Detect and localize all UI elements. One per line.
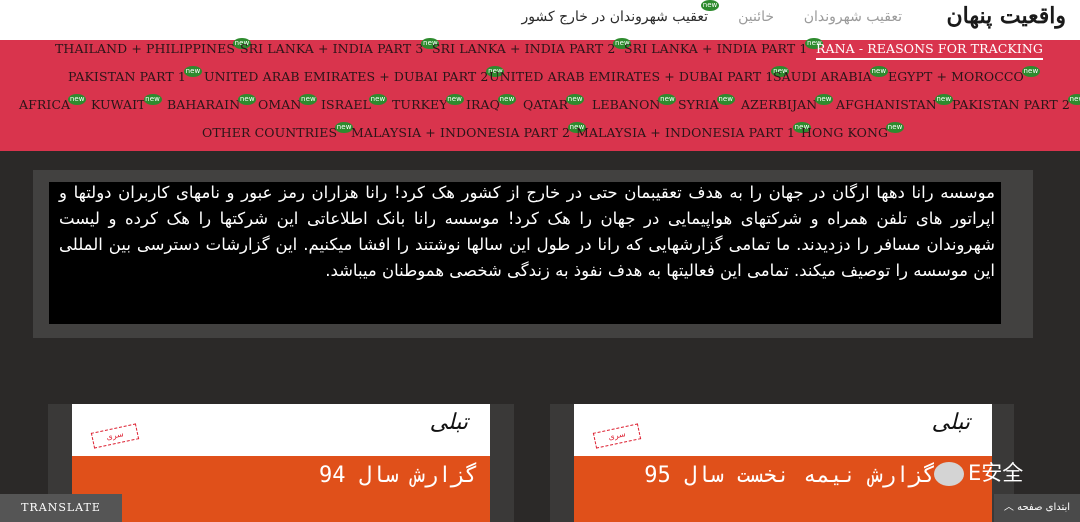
category-link[interactable]: SRI LANKA + INDIA PART 1new [624,38,824,56]
brand-signature: تبلی [429,410,468,435]
intro-textbox: موسسه رانا دهها ارگان در جهان را به هدف … [49,182,1001,324]
back-to-top-button[interactable]: ︿ ابتدای صفحه [994,494,1080,522]
category-link[interactable]: PAKISTAN PART 2new [952,94,1080,112]
new-badge-icon: new [566,94,585,105]
site-logo[interactable]: واقعیت پنهان [946,3,1066,29]
new-badge-icon: new [934,94,953,105]
card-title: گزارش نیمه نخست سال 95 [644,463,936,488]
nav-item-label: تعقیب شهروندان در خارج کشور [521,9,708,25]
category-link[interactable]: MALAYSIA + INDONESIA PART 1new [576,122,812,140]
secret-stamp: سری [90,423,140,449]
new-badge-icon: new [815,94,834,105]
intro-paragraph: موسسه رانا دهها ارگان در جهان را به هدف … [59,183,995,280]
category-link[interactable]: QATARnew [523,94,585,112]
category-link[interactable]: OTHER COUNTRIESnew [202,122,354,140]
category-link[interactable]: MALAYSIA + INDONESIA PART 2new [351,122,587,140]
category-link[interactable]: AFGHANISTANnew [836,94,953,112]
chevron-up-icon: ︿ [1003,502,1014,513]
category-link[interactable]: AZERBIJANnew [741,94,834,112]
category-link[interactable]: UNITED ARAB EMIRATES + DUBAI PART 1new [489,66,790,84]
category-menu: THAILAND + PHILIPPINESnew SRI LANKA + IN… [0,38,1080,151]
report-card-94[interactable]: تبلی سری گزارش سال 94 [72,404,490,522]
category-link[interactable]: ISRAELnew [321,94,387,112]
category-link[interactable]: SAUDI ARABIAnew [773,66,888,84]
new-badge-icon: new [368,94,387,105]
secret-stamp: سری [592,423,642,449]
new-badge-icon: new [143,94,162,105]
category-link[interactable]: THAILAND + PHILIPPINESnew [55,38,251,56]
category-link[interactable]: PAKISTAN PART 1new [68,66,202,84]
category-link[interactable]: SRI LANKA + INDIA PART 2new [432,38,632,56]
new-badge-icon: new [701,0,719,11]
new-badge-icon: new [1021,66,1040,77]
category-link[interactable]: KUWAITnew [91,94,162,112]
category-link[interactable]: UNITED ARAB EMIRATES + DUBAI PART 2new [204,66,505,84]
category-link[interactable]: LEBANONnew [592,94,677,112]
new-badge-icon: new [183,66,202,77]
new-badge-icon: new [68,94,87,105]
category-link[interactable]: AFRICAnew [19,94,87,112]
back-to-top-label: ابتدای صفحه [1017,502,1071,513]
category-link[interactable]: HONG KONGnew [801,122,905,140]
new-badge-icon: new [716,94,735,105]
new-badge-icon: new [238,94,257,105]
category-link-active[interactable]: RANA - REASONS FOR TRACKING [816,41,1043,60]
category-link[interactable]: SYRIAnew [678,94,735,112]
watermark-text: E安全 [968,461,1024,485]
brand-signature: تبلی [931,410,970,435]
wechat-icon [934,462,964,486]
category-link[interactable]: TURKEYnew [392,94,464,112]
nav-item-tracking-abroad[interactable]: تعقیب شهروندان در خارج کشور [522,9,708,25]
new-badge-icon: new [658,94,677,105]
new-badge-icon: new [869,66,888,77]
category-link[interactable]: IRAQnew [466,94,517,112]
nav-item-citizen-tracking[interactable]: تعقیب شهروندان [804,9,902,25]
translate-button[interactable]: TRANSLATE [0,494,122,522]
watermark: E安全 [934,457,1023,487]
new-badge-icon: new [445,94,464,105]
card-title: گزارش سال 94 [319,463,478,488]
new-badge-icon: new [299,94,318,105]
new-badge-icon: new [498,94,517,105]
nav-item-traitors[interactable]: خائنین [738,9,774,25]
category-link[interactable]: BAHARAINnew [167,94,257,112]
category-link[interactable]: SRI LANKA + INDIA PART 3new [240,38,440,56]
site-header: واقعیت پنهان تعقیب شهروندان خائنین تعقیب… [0,0,1080,40]
category-link[interactable]: OMANnew [258,94,318,112]
category-link[interactable]: EGYPT + MOROCCOnew [888,66,1040,84]
new-badge-icon: new [886,122,905,133]
new-badge-icon: new [1067,94,1080,105]
report-card-95[interactable]: تبلی سری گزارش نیمه نخست سال 95 [574,404,992,522]
